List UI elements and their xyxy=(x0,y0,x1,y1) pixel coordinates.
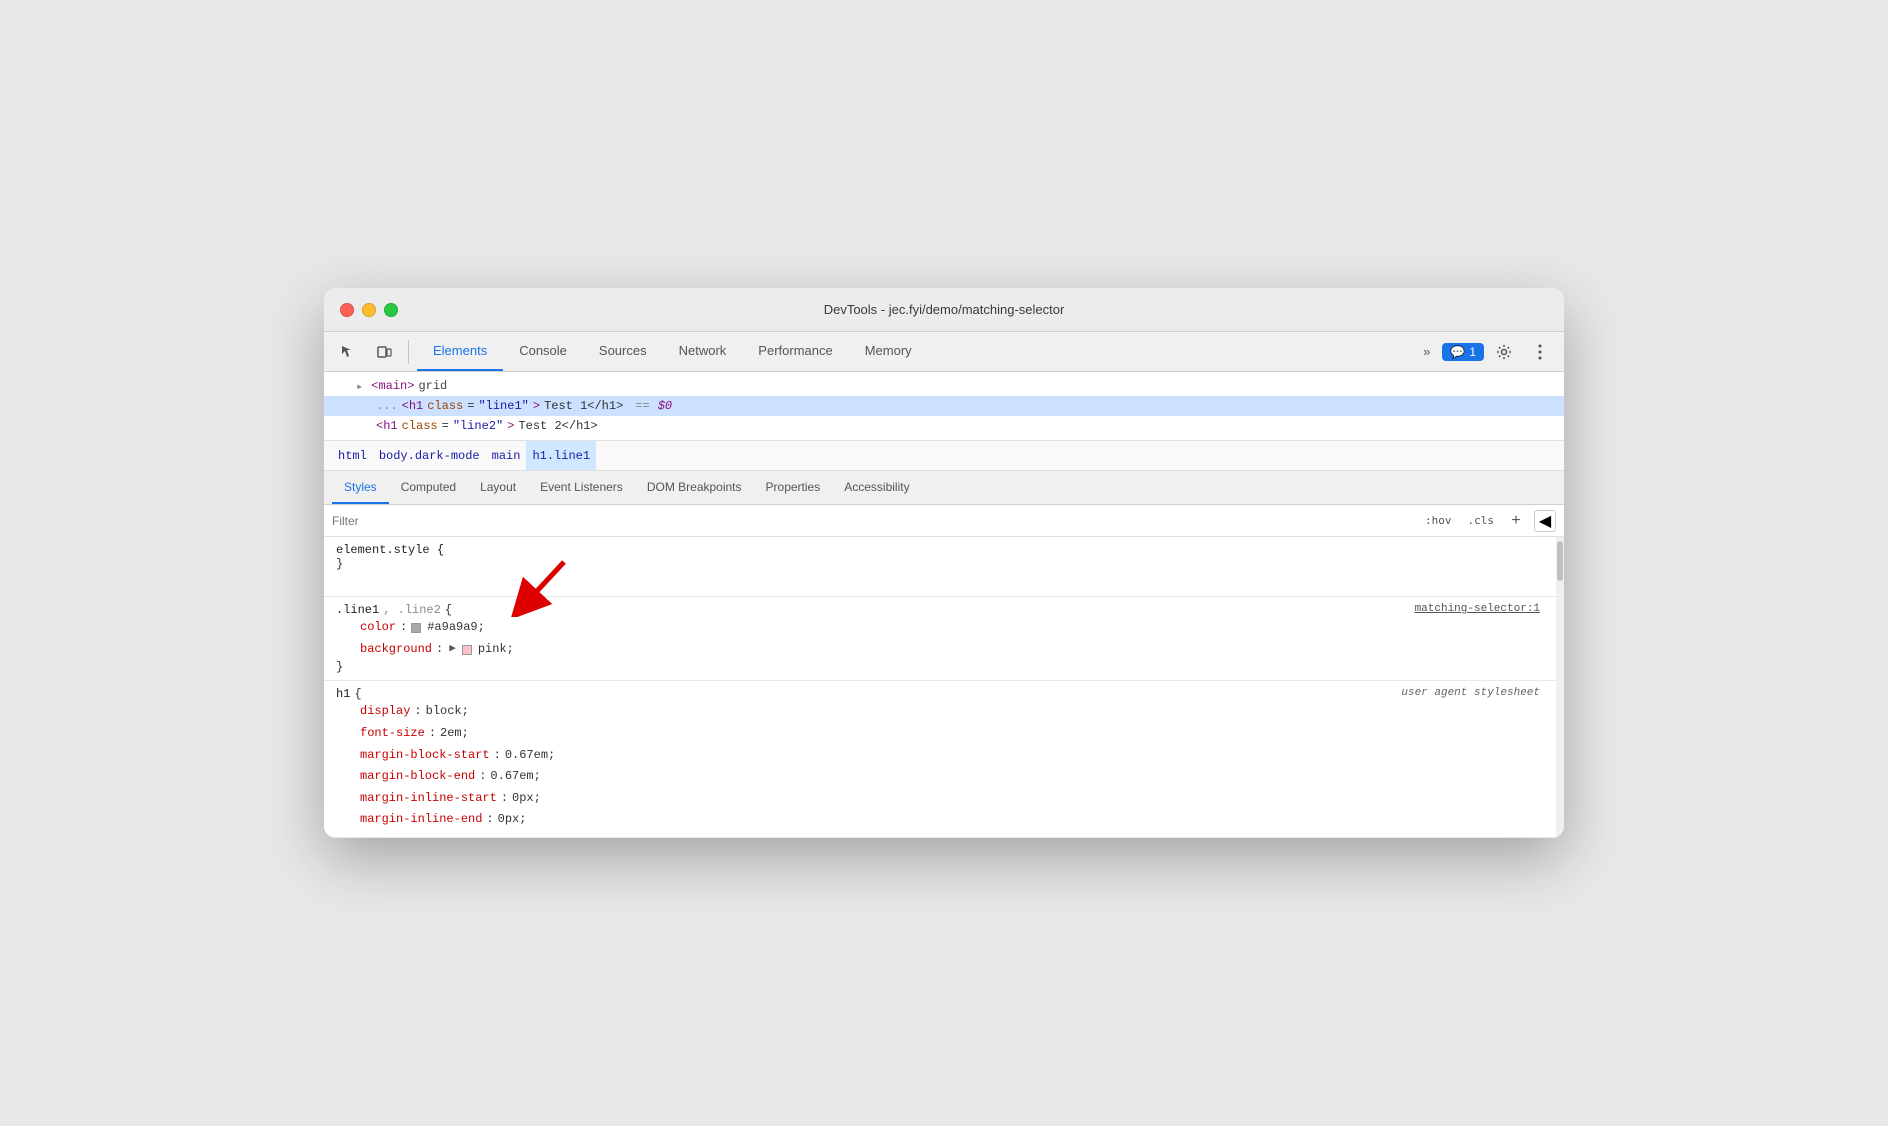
tab-styles[interactable]: Styles xyxy=(332,471,389,504)
element-style-block: element.style { } xyxy=(324,537,1564,597)
tab-properties[interactable]: Properties xyxy=(754,471,833,504)
hov-button[interactable]: :hov xyxy=(1421,512,1456,529)
breadcrumb-body[interactable]: body.dark-mode xyxy=(373,441,486,470)
window-controls xyxy=(340,303,398,317)
tab-elements[interactable]: Elements xyxy=(417,332,503,371)
breadcrumb-main[interactable]: main xyxy=(486,441,527,470)
chat-icon: 💬 xyxy=(1450,345,1465,359)
layout-toggle-button[interactable]: ◀ xyxy=(1534,510,1556,532)
tab-layout[interactable]: Layout xyxy=(468,471,528,504)
filter-bar: :hov .cls + ◀ xyxy=(324,505,1564,537)
dom-row-main[interactable]: ▸ <main> grid xyxy=(324,376,1564,396)
element-style-selector: element.style { xyxy=(336,543,1552,557)
tab-memory[interactable]: Memory xyxy=(849,332,928,371)
user-agent-label: user agent stylesheet xyxy=(1401,687,1540,699)
breadcrumb: html body.dark-mode main h1.line1 xyxy=(324,441,1564,471)
dom-tree: ▸ <main> grid ... <h1 class="line1"> Tes… xyxy=(324,372,1564,441)
tab-sources[interactable]: Sources xyxy=(583,332,663,371)
styles-content: element.style { } xyxy=(324,537,1564,838)
toolbar-divider xyxy=(408,340,409,364)
devtools-window: DevTools - jec.fyi/demo/matching-selecto… xyxy=(324,288,1564,838)
breadcrumb-html[interactable]: html xyxy=(332,441,373,470)
prop-margin-inline-start: margin-inline-start : 0px; xyxy=(336,788,1552,810)
scrollbar-track xyxy=(1556,537,1564,838)
toolbar-tabs: Elements Console Sources Network Perform… xyxy=(417,332,1411,371)
dom-row-h1-line1[interactable]: ... <h1 class="line1"> Test 1</h1> == $0 xyxy=(324,396,1564,416)
scrollbar-thumb[interactable] xyxy=(1557,541,1563,581)
feedback-badge[interactable]: 💬 1 xyxy=(1442,343,1484,361)
cls-button[interactable]: .cls xyxy=(1464,512,1499,529)
toolbar-right-actions: 💬 1 xyxy=(1442,336,1556,368)
line1-line2-block: .line1, .line2 { matching-selector:1 col… xyxy=(324,597,1564,681)
dom-row-h1-line2[interactable]: <h1 class="line2"> Test 2</h1> xyxy=(324,416,1564,436)
prop-display: display : block; xyxy=(336,701,1552,723)
tab-computed[interactable]: Computed xyxy=(389,471,468,504)
minimize-button[interactable] xyxy=(362,303,376,317)
prop-margin-inline-end: margin-inline-end : 0px; xyxy=(336,809,1552,831)
tab-dom-breakpoints[interactable]: DOM Breakpoints xyxy=(635,471,754,504)
tab-event-listeners[interactable]: Event Listeners xyxy=(528,471,635,504)
breadcrumb-h1[interactable]: h1.line1 xyxy=(526,441,596,470)
tab-accessibility[interactable]: Accessibility xyxy=(832,471,921,504)
window-title: DevTools - jec.fyi/demo/matching-selecto… xyxy=(824,302,1065,317)
device-toggle-button[interactable] xyxy=(368,336,400,368)
prop-font-size: font-size : 2em; xyxy=(336,723,1552,745)
kebab-menu-button[interactable] xyxy=(1524,336,1556,368)
settings-button[interactable] xyxy=(1488,336,1520,368)
line1-line2-selector: .line1, .line2 { xyxy=(336,603,1552,617)
more-tabs-button[interactable]: » xyxy=(1415,340,1438,363)
prop-color: color : #a9a9a9; xyxy=(336,617,1552,639)
prop-background: background : ▶ pink; xyxy=(336,639,1552,661)
titlebar: DevTools - jec.fyi/demo/matching-selecto… xyxy=(324,288,1564,332)
devtools-toolbar: Elements Console Sources Network Perform… xyxy=(324,332,1564,372)
add-style-button[interactable]: + xyxy=(1506,511,1526,531)
line1-line2-close: } xyxy=(336,660,1552,674)
close-button[interactable] xyxy=(340,303,354,317)
filter-input[interactable] xyxy=(332,514,1413,528)
dots-indicator: ... xyxy=(376,399,398,413)
tab-performance[interactable]: Performance xyxy=(742,332,848,371)
prop-margin-block-end: margin-block-end : 0.67em; xyxy=(336,766,1552,788)
filter-actions: :hov .cls + ◀ xyxy=(1421,510,1556,532)
color-swatch-pink[interactable] xyxy=(462,645,472,655)
styles-panel: element.style { } xyxy=(324,537,1564,838)
maximize-button[interactable] xyxy=(384,303,398,317)
tab-console[interactable]: Console xyxy=(503,332,583,371)
element-style-close: } xyxy=(336,557,1552,571)
tab-network[interactable]: Network xyxy=(663,332,743,371)
panel-tabs: Styles Computed Layout Event Listeners D… xyxy=(324,471,1564,505)
h1-selector: h1 { xyxy=(336,687,1552,701)
color-swatch-gray[interactable] xyxy=(411,623,421,633)
inspect-element-button[interactable] xyxy=(332,336,364,368)
source-link-matching[interactable]: matching-selector:1 xyxy=(1415,603,1540,615)
h1-ua-block: h1 { user agent stylesheet display : blo… xyxy=(324,681,1564,838)
expand-arrow-icon[interactable]: ▶ xyxy=(449,640,456,660)
prop-margin-block-start: margin-block-start : 0.67em; xyxy=(336,745,1552,767)
